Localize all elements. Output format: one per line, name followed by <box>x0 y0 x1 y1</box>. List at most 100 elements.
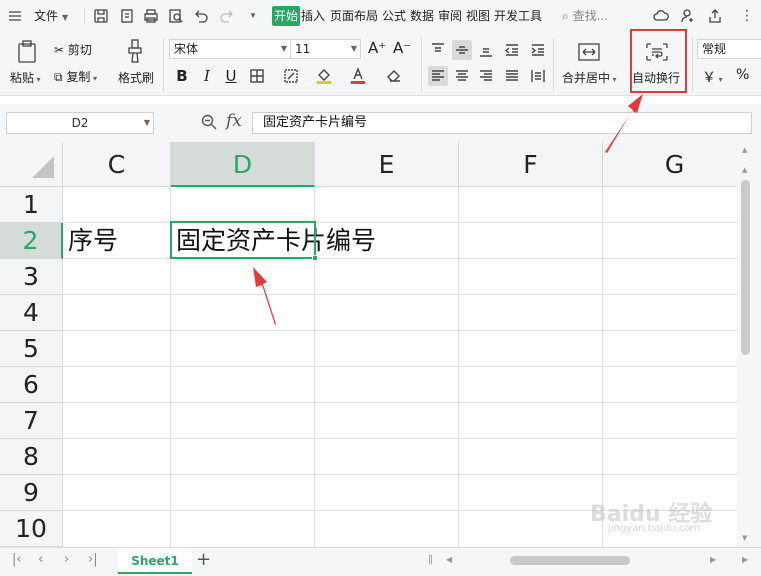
decrease-indent-icon[interactable] <box>502 40 522 60</box>
save-icon[interactable] <box>92 6 110 26</box>
undo-icon[interactable] <box>192 6 210 26</box>
tab-view[interactable]: 视图 <box>466 6 490 26</box>
last-sheet-icon[interactable]: ›| <box>88 552 98 567</box>
customize-toolbar-icon[interactable]: ▾ <box>244 6 262 26</box>
spreadsheet-grid[interactable]: C D E F G 1 2 3 4 5 6 7 8 9 10 序号 固定资产卡片… <box>0 142 737 547</box>
tab-data[interactable]: 数据 <box>410 6 434 26</box>
font-name-select[interactable]: 宋体 ▼ <box>169 39 291 59</box>
fill-color-icon[interactable] <box>314 66 334 86</box>
scroll-left-icon[interactable]: ◀ <box>446 555 452 564</box>
next-sheet-icon[interactable]: › <box>64 552 69 567</box>
scroll-up-icon[interactable]: ▲ <box>742 166 747 174</box>
row-header-5[interactable]: 5 <box>0 331 63 367</box>
redo-icon[interactable] <box>218 6 236 26</box>
column-header-d[interactable]: D <box>171 142 315 187</box>
scroll-up-icon[interactable]: ▲ <box>742 146 747 154</box>
underline-button[interactable]: U <box>222 66 240 86</box>
merge-center-icon[interactable] <box>577 42 601 66</box>
row-header-8[interactable]: 8 <box>0 439 63 475</box>
name-box[interactable]: D2 ▼ <box>6 112 154 134</box>
align-right-icon[interactable] <box>476 66 496 86</box>
align-left-icon[interactable] <box>428 66 448 86</box>
decrease-font-button[interactable]: A⁻ <box>393 39 411 57</box>
split-handle-icon[interactable]: ‖ <box>428 554 433 565</box>
formula-input[interactable]: 固定资产卡片编号 <box>252 112 752 134</box>
paste-button[interactable]: 粘贴 ▾ <box>10 69 41 86</box>
clear-format-icon[interactable] <box>384 66 404 86</box>
fill-handle[interactable] <box>312 255 318 261</box>
insert-function-button[interactable]: fx <box>226 111 242 131</box>
number-format-select[interactable]: 常规 <box>697 39 761 59</box>
paste-icon[interactable] <box>16 40 38 68</box>
cell-style-icon[interactable] <box>281 66 301 86</box>
vertical-scrollbar[interactable]: ▲ ▲ ▼ <box>737 142 761 547</box>
row-header-10[interactable]: 10 <box>0 511 63 547</box>
row-header-2[interactable]: 2 <box>0 223 63 259</box>
more-options-icon[interactable]: ⋮ <box>738 6 756 26</box>
chevron-down-icon: ▾ <box>90 74 97 83</box>
borders-icon[interactable] <box>247 66 267 86</box>
align-bottom-icon[interactable] <box>476 40 496 60</box>
increase-font-button[interactable]: A⁺ <box>368 39 386 57</box>
paste-label: 粘贴 <box>10 71 35 85</box>
row-header-6[interactable]: 6 <box>0 367 63 403</box>
cut-button[interactable]: ✂ 剪切 <box>54 41 92 58</box>
sheet-tab-sheet1[interactable]: Sheet1 <box>118 548 192 574</box>
gridline <box>63 330 737 331</box>
currency-format-button[interactable]: ￥ ▾ <box>702 67 723 87</box>
tab-insert[interactable]: 插入 <box>301 6 325 26</box>
copy-button[interactable]: ⧉ 复制 ▾ <box>54 68 97 85</box>
align-middle-icon[interactable] <box>452 40 472 60</box>
add-sheet-button[interactable]: + <box>196 549 211 570</box>
export-pdf-icon[interactable] <box>118 6 136 26</box>
row-header-9[interactable]: 9 <box>0 475 63 511</box>
merge-center-button[interactable]: 合并居中 ▾ <box>562 69 617 86</box>
share-icon[interactable] <box>706 6 724 26</box>
row-header-7[interactable]: 7 <box>0 403 63 439</box>
scroll-right-icon[interactable]: ▶ <box>742 555 748 564</box>
distributed-align-icon[interactable] <box>528 66 548 86</box>
search-box[interactable]: ⌕ 查找... <box>562 6 608 26</box>
column-header-e[interactable]: E <box>315 142 459 187</box>
column-header-c[interactable]: C <box>63 142 171 187</box>
column-header-g[interactable]: G <box>603 142 737 187</box>
tab-formulas[interactable]: 公式 <box>382 6 406 26</box>
gridline <box>63 222 737 223</box>
bold-button[interactable]: B <box>173 66 191 86</box>
row-header-1[interactable]: 1 <box>0 187 63 223</box>
print-icon[interactable] <box>142 6 160 26</box>
first-sheet-icon[interactable]: |‹ <box>12 552 22 567</box>
print-preview-icon[interactable] <box>167 6 185 26</box>
font-color-icon[interactable] <box>348 66 368 86</box>
hamburger-menu-icon[interactable] <box>6 6 24 26</box>
cloud-sync-icon[interactable] <box>652 6 670 26</box>
gridline <box>314 187 315 223</box>
share-user-icon[interactable] <box>679 6 697 26</box>
row-header-3[interactable]: 3 <box>0 259 63 295</box>
increase-indent-icon[interactable] <box>528 40 548 60</box>
percent-format-button[interactable]: % <box>736 67 749 83</box>
file-menu[interactable]: 文件 ▼ <box>34 0 68 32</box>
cell-c2[interactable]: 序号 <box>68 223 118 259</box>
align-top-icon[interactable] <box>428 40 448 60</box>
tab-home[interactable]: 开始 <box>272 6 301 26</box>
horizontal-scroll-thumb[interactable] <box>510 556 630 565</box>
font-size-select[interactable]: 11 ▼ <box>290 39 361 59</box>
scroll-right-icon[interactable]: ▶ <box>710 555 716 564</box>
tab-developer[interactable]: 开发工具 <box>494 6 542 26</box>
zoom-formula-icon[interactable] <box>200 113 218 135</box>
tab-review[interactable]: 审阅 <box>438 6 462 26</box>
row-header-4[interactable]: 4 <box>0 295 63 331</box>
wrap-text-highlight-box <box>630 29 687 93</box>
tab-page-layout[interactable]: 页面布局 <box>330 6 378 26</box>
italic-button[interactable]: I <box>198 66 216 86</box>
prev-sheet-icon[interactable]: ‹ <box>38 552 43 567</box>
format-painter-icon[interactable] <box>125 39 145 67</box>
vertical-scroll-thumb[interactable] <box>741 180 750 355</box>
align-center-icon[interactable] <box>452 66 472 86</box>
column-header-f[interactable]: F <box>459 142 603 187</box>
select-all-corner[interactable] <box>0 142 63 187</box>
justify-icon[interactable] <box>502 66 522 86</box>
format-painter-button[interactable]: 格式刷 <box>118 69 154 86</box>
scroll-down-icon[interactable]: ▼ <box>742 534 747 542</box>
